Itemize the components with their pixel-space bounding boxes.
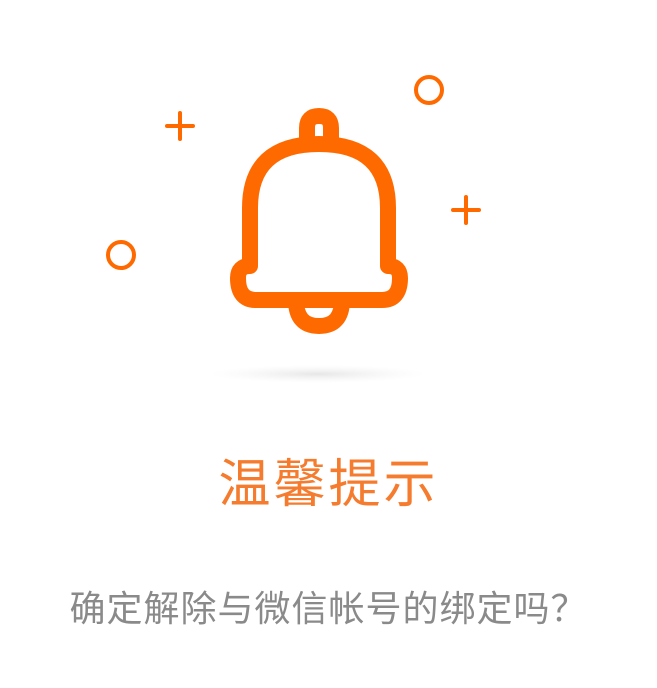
plus-icon [165,111,195,141]
plus-icon [451,195,481,225]
dialog-message: 确定解除与微信帐号的绑定吗？ [69,589,588,630]
bell-shadow [210,365,426,383]
bell-icon [230,108,408,334]
notification-illustration [0,0,657,400]
circle-icon [106,240,136,270]
dialog-title: 温馨提示 [218,455,439,515]
circle-icon [414,75,444,105]
illustration-canvas [106,75,481,383]
